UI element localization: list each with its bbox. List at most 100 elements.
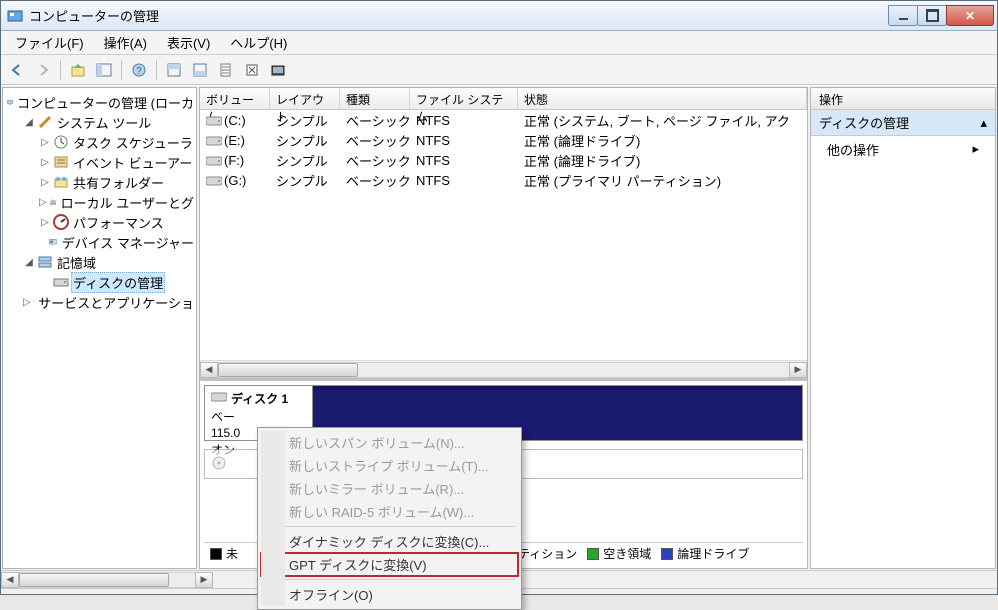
volume-hscroll[interactable]: ◀ ▶ (200, 360, 807, 378)
tree-disk-management[interactable]: ディスクの管理 (3, 272, 196, 292)
context-menu-separator (263, 579, 516, 580)
nav-back-button[interactable] (5, 58, 29, 82)
legend-label: 空き領域 (603, 545, 651, 562)
volume-row[interactable]: (C:) シンプル ベーシック NTFS 正常 (システム, ブート, ページ … (200, 110, 807, 130)
maximize-button[interactable] (917, 5, 947, 26)
ctx-convert-dynamic[interactable]: ダイナミック ディスクに変換(C)... (261, 530, 518, 553)
close-button[interactable] (946, 5, 994, 26)
window-buttons (889, 5, 994, 26)
ctx-convert-gpt[interactable]: GPT ディスクに変換(V) (261, 553, 518, 576)
expand-icon[interactable]: ▷ (39, 137, 51, 148)
tree-root[interactable]: コンピューターの管理 (ローカ (3, 92, 196, 112)
col-layout[interactable]: レイアウト (270, 88, 340, 109)
perf-icon (53, 214, 69, 230)
scroll-left-button[interactable]: ◀ (1, 572, 19, 588)
show-hide-tree-button[interactable] (92, 58, 116, 82)
expand-icon[interactable]: ▷ (23, 297, 31, 308)
expand-icon[interactable]: ▷ (39, 197, 47, 208)
tree-performance[interactable]: ▷ パフォーマンス (3, 212, 196, 232)
vol-type: ベーシック (340, 111, 410, 130)
nav-forward-button[interactable] (31, 58, 55, 82)
actions-other[interactable]: 他の操作 ▸ (811, 136, 995, 162)
ctx-new-mirror[interactable]: 新しいミラー ボリューム(R)... (261, 477, 518, 500)
ctx-new-span[interactable]: 新しいスパン ボリューム(N)... (261, 431, 518, 454)
vol-type: ベーシック (340, 171, 410, 190)
settings-button[interactable] (214, 58, 238, 82)
menu-action[interactable]: 操作(A) (94, 31, 157, 54)
legend-swatch-free (587, 548, 599, 560)
disk-type: ベー (211, 408, 306, 425)
vol-label: (C:) (224, 113, 246, 128)
toolbar: ? (1, 55, 997, 85)
tree-services[interactable]: ▷ サービスとアプリケーショ (3, 292, 196, 312)
volume-row[interactable]: (G:) シンプル ベーシック NTFS 正常 (プライマリ パーティション) (200, 170, 807, 190)
vol-status: 正常 (プライマリ パーティション) (518, 171, 807, 190)
up-button[interactable] (66, 58, 90, 82)
tree-system-tools[interactable]: ◢ システム ツール (3, 112, 196, 132)
volume-row[interactable]: (F:) シンプル ベーシック NTFS 正常 (論理ドライブ) (200, 150, 807, 170)
vol-layout: シンプル (270, 151, 340, 170)
menu-file[interactable]: ファイル(F) (5, 31, 94, 54)
device-icon (48, 234, 58, 250)
actions-section-label: ディスクの管理 (819, 113, 909, 132)
tree-task-scheduler[interactable]: ▷ タスク スケジューラ (3, 132, 196, 152)
legend-label: 未 (226, 545, 238, 562)
refresh-button[interactable] (266, 58, 290, 82)
tree-event-viewer[interactable]: ▷ イベント ビューアー (3, 152, 196, 172)
vol-label: (E:) (224, 133, 245, 148)
scroll-track[interactable] (218, 362, 789, 378)
help-button[interactable]: ? (127, 58, 151, 82)
col-status[interactable]: 状態 (518, 88, 807, 109)
volume-row[interactable]: (E:) シンプル ベーシック NTFS 正常 (論理ドライブ) (200, 130, 807, 150)
scroll-right-button[interactable]: ▶ (195, 572, 213, 588)
actions-pane: 操作 ディスクの管理 ▴ 他の操作 ▸ (810, 87, 996, 569)
titlebar: コンピューターの管理 (1, 1, 997, 31)
expand-icon[interactable]: ▷ (39, 157, 51, 168)
col-fs[interactable]: ファイル システム (410, 88, 518, 109)
tools-icon (37, 114, 53, 130)
disk-icon (211, 391, 227, 406)
clock-icon (53, 134, 69, 150)
ctx-new-raid5[interactable]: 新しい RAID-5 ボリューム(W)... (261, 500, 518, 523)
vol-type: ベーシック (340, 151, 410, 170)
legend-label: 論理ドライブ (677, 545, 749, 562)
expand-icon[interactable]: ▷ (39, 217, 51, 228)
menu-view[interactable]: 表示(V) (157, 31, 220, 54)
view-bottom-button[interactable] (188, 58, 212, 82)
tree-label: パフォーマンス (71, 213, 166, 232)
scroll-thumb[interactable] (218, 363, 358, 377)
vol-fs: NTFS (410, 153, 518, 168)
expand-icon[interactable]: ▷ (39, 177, 51, 188)
collapse-icon[interactable]: ▴ (980, 115, 987, 131)
scroll-left-button[interactable]: ◀ (200, 362, 218, 378)
vol-status: 正常 (論理ドライブ) (518, 131, 807, 150)
tree-label: デバイス マネージャー (60, 233, 196, 252)
tree-label: サービスとアプリケーショ (36, 293, 196, 312)
scroll-thumb[interactable] (19, 573, 169, 587)
tree-local-users[interactable]: ▷ ローカル ユーザーとグ (3, 192, 196, 212)
vol-fs: NTFS (410, 133, 518, 148)
vol-status: 正常 (システム, ブート, ページ ファイル, アク (518, 111, 807, 130)
tree-storage[interactable]: ◢ 記憶域 (3, 252, 196, 272)
services-icon (33, 294, 35, 310)
col-type[interactable]: 種類 (340, 88, 410, 109)
actions-section[interactable]: ディスクの管理 ▴ (811, 110, 995, 136)
expand-icon[interactable]: ◢ (23, 257, 35, 268)
tree-device-manager[interactable]: デバイス マネージャー (3, 232, 196, 252)
tree-shared-folders[interactable]: ▷ 共有フォルダー (3, 172, 196, 192)
scroll-right-button[interactable]: ▶ (789, 362, 807, 378)
actions-other-label: 他の操作 (827, 140, 879, 159)
scroll-track[interactable] (19, 572, 195, 588)
storage-icon (37, 254, 53, 270)
svg-text:?: ? (136, 66, 142, 77)
expand-icon[interactable]: ◢ (23, 117, 35, 128)
app-icon (7, 8, 23, 24)
window-title: コンピューターの管理 (29, 6, 889, 25)
col-volume[interactable]: ボリューム (200, 88, 270, 109)
legend-swatch-unallocated (210, 548, 222, 560)
view-top-button[interactable] (162, 58, 186, 82)
ctx-new-stripe[interactable]: 新しいストライプ ボリューム(T)... (261, 454, 518, 477)
properties-button[interactable] (240, 58, 264, 82)
menu-help[interactable]: ヘルプ(H) (220, 31, 297, 54)
minimize-button[interactable] (888, 5, 918, 26)
